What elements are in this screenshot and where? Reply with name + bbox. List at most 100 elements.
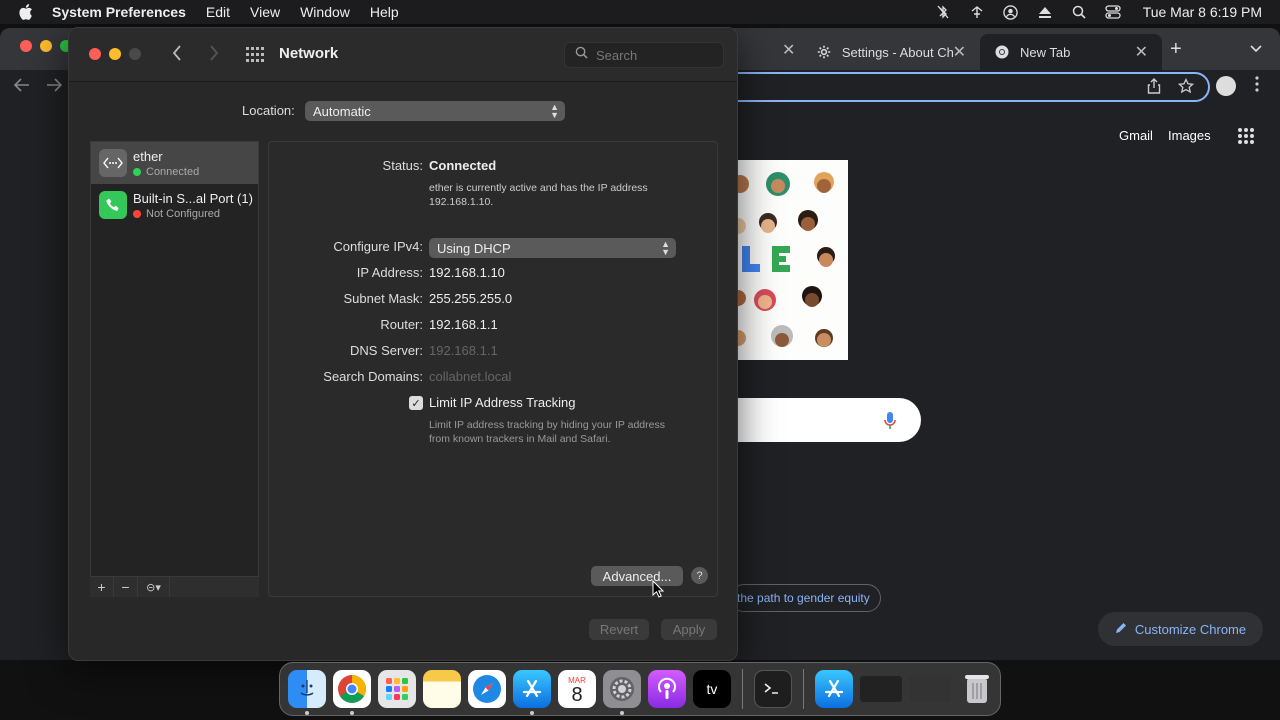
google-apps-icon[interactable] xyxy=(1238,128,1254,144)
search-domains-label: Search Domains: xyxy=(323,369,423,384)
status-label: Status: xyxy=(382,158,423,173)
tab-search-chevron-icon[interactable] xyxy=(1250,40,1262,58)
voice-search-mic-icon[interactable] xyxy=(884,412,896,430)
tab-label: New Tab xyxy=(1020,44,1071,60)
images-link[interactable]: Images xyxy=(1168,128,1211,143)
calendar-icon[interactable]: MAR 8 xyxy=(558,670,596,708)
ip-address-label: IP Address: xyxy=(356,265,423,280)
remove-service-minus-icon[interactable]: − xyxy=(114,577,138,597)
status-dot-green xyxy=(133,167,141,176)
back-arrow-icon[interactable] xyxy=(13,76,30,97)
window-titlebar: Network xyxy=(69,28,737,82)
close-window-icon[interactable] xyxy=(89,48,101,60)
network-icon[interactable] xyxy=(969,4,985,20)
tab-settings-about-chrome[interactable]: Settings - About Ch ✕ xyxy=(802,34,980,70)
location-select[interactable]: Automatic ▲ ▼ xyxy=(305,101,565,121)
limit-ip-tracking-checkbox[interactable]: ✓ xyxy=(409,396,423,410)
safari-icon[interactable] xyxy=(468,670,506,708)
dock-separator xyxy=(742,669,743,709)
apple-menu-icon[interactable] xyxy=(0,4,52,20)
configure-ipv4-value: Using DHCP xyxy=(437,240,511,256)
hidden-tab-close-icon[interactable]: ✕ xyxy=(782,40,795,60)
profile-avatar-icon[interactable] xyxy=(1216,76,1236,96)
service-status-text: Connected xyxy=(146,165,200,178)
user-account-icon[interactable] xyxy=(1003,4,1019,20)
chrome-menu-icon[interactable] xyxy=(1255,76,1259,97)
apply-button[interactable]: Apply xyxy=(661,619,717,640)
running-indicator xyxy=(350,711,354,715)
tab-close-icon[interactable]: ✕ xyxy=(953,42,966,62)
finder-icon[interactable] xyxy=(288,670,326,715)
service-name: ether xyxy=(133,148,163,164)
add-service-plus-icon[interactable]: + xyxy=(90,577,114,597)
service-status: Connected xyxy=(133,166,199,178)
service-item-serial-port[interactable]: Built-in S...al Port (1) Not Configured xyxy=(91,184,258,226)
menu-view[interactable]: View xyxy=(250,4,280,20)
apple-tv-icon[interactable]: tv xyxy=(693,670,731,708)
help-button[interactable]: ? xyxy=(691,567,708,584)
search-input[interactable] xyxy=(596,47,716,63)
minimize-window-icon[interactable] xyxy=(109,48,121,60)
launchpad-icon[interactable] xyxy=(378,670,416,708)
service-status-text: Not Configured xyxy=(146,207,220,220)
limit-ip-tracking-label[interactable]: Limit IP Address Tracking xyxy=(429,395,575,410)
router-label: Router: xyxy=(380,317,423,332)
zoom-window-icon[interactable] xyxy=(129,48,141,60)
revert-button[interactable]: Revert xyxy=(589,619,649,640)
back-chevron-icon[interactable] xyxy=(172,44,182,67)
running-indicator xyxy=(530,711,534,715)
window-controls xyxy=(89,48,141,60)
trash-icon[interactable] xyxy=(958,670,996,708)
menu-window[interactable]: Window xyxy=(300,4,350,20)
share-icon[interactable] xyxy=(1147,78,1161,98)
service-item-ether[interactable]: ether Connected xyxy=(91,142,258,184)
google-doodle-image[interactable] xyxy=(730,160,848,360)
app-store-downloads-icon[interactable] xyxy=(815,670,853,708)
gmail-link[interactable]: Gmail xyxy=(1119,128,1153,143)
bookmark-star-icon[interactable] xyxy=(1177,77,1195,98)
tab-close-icon[interactable]: ✕ xyxy=(1135,42,1148,62)
terminal-icon[interactable] xyxy=(754,670,792,708)
control-center-icon[interactable] xyxy=(1105,4,1121,20)
advanced-button[interactable]: Advanced... xyxy=(591,566,683,586)
minimized-window-icon[interactable] xyxy=(909,676,951,702)
search-domains-value: collabnet.local xyxy=(429,369,512,384)
gear-icon xyxy=(816,44,832,60)
service-actions-menu-icon[interactable]: ⊝▾ xyxy=(138,577,170,597)
eject-icon[interactable] xyxy=(1037,4,1053,20)
preferences-search-field[interactable] xyxy=(564,42,724,68)
status-dot-red xyxy=(133,209,141,218)
doodle-topic-chip[interactable]: the path to gender equity xyxy=(730,584,881,612)
forward-arrow-icon[interactable] xyxy=(46,76,63,97)
spotlight-search-icon[interactable] xyxy=(1071,4,1087,20)
customize-chrome-label: Customize Chrome xyxy=(1134,621,1247,637)
menu-clock[interactable]: Tue Mar 8 6:19 PM xyxy=(1143,4,1262,20)
notes-icon[interactable] xyxy=(423,670,461,708)
chrome-logo-icon xyxy=(994,44,1010,60)
service-name: Built-in S...al Port (1) xyxy=(133,190,253,206)
app-store-icon[interactable] xyxy=(513,670,551,715)
chrome-icon[interactable] xyxy=(333,670,371,715)
running-indicator xyxy=(620,711,624,715)
forward-chevron-icon[interactable] xyxy=(209,44,219,67)
running-indicator xyxy=(305,711,309,715)
menu-edit[interactable]: Edit xyxy=(206,4,230,20)
podcasts-icon[interactable] xyxy=(648,670,686,708)
customize-chrome-button[interactable]: Customize Chrome xyxy=(1098,612,1263,646)
minimized-window-icon[interactable] xyxy=(860,676,902,702)
chrome-close-icon[interactable] xyxy=(20,40,32,52)
menu-app-name[interactable]: System Preferences xyxy=(52,4,186,20)
menu-help[interactable]: Help xyxy=(370,4,399,20)
new-tab-plus-icon[interactable]: + xyxy=(1170,38,1182,61)
chrome-minimize-icon[interactable] xyxy=(40,40,52,52)
tab-new-tab[interactable]: New Tab ✕ xyxy=(980,34,1162,70)
network-detail-pane: Status: Connected ether is currently act… xyxy=(268,141,718,598)
configure-ipv4-select[interactable]: Using DHCP ▲ ▼ xyxy=(429,238,676,258)
show-all-grid-icon[interactable] xyxy=(246,47,264,63)
system-preferences-icon[interactable] xyxy=(603,670,641,715)
pencil-icon xyxy=(1115,622,1127,637)
dock-separator xyxy=(803,669,804,709)
dock: MAR 8 tv xyxy=(279,662,1001,716)
service-status: Not Configured xyxy=(133,208,253,220)
bluetooth-off-icon[interactable] xyxy=(935,4,951,20)
